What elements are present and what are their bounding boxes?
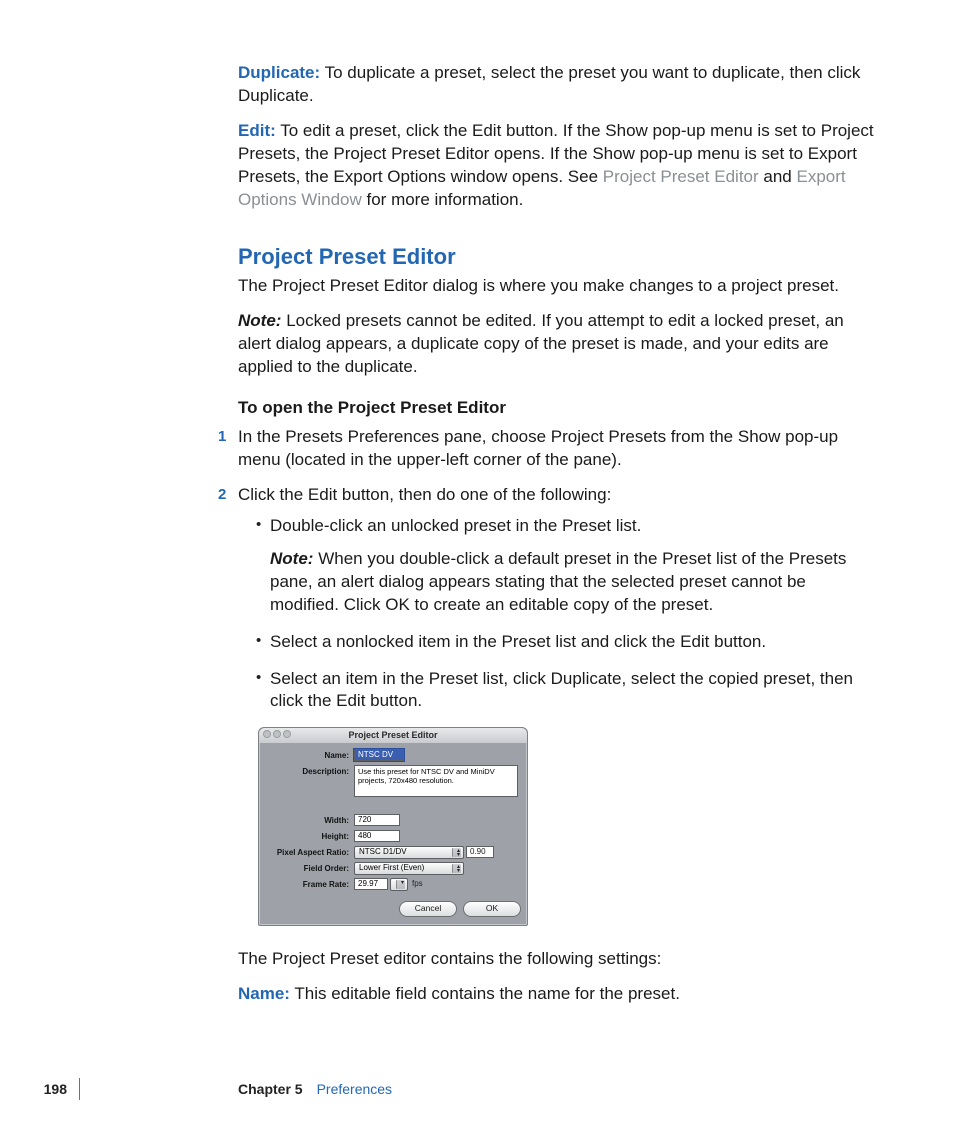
par-select-value: NTSC D1/DV — [359, 847, 407, 858]
bullet-2-text: Select a nonlocked item in the Preset li… — [270, 632, 766, 651]
dialog-screenshot: Project Preset Editor Name: NTSC DV Desc… — [258, 727, 874, 925]
step-2-text: Click the Edit button, then do one of th… — [238, 485, 611, 504]
duplicate-text: To duplicate a preset, select the preset… — [238, 63, 860, 105]
note-1-label: Note: — [238, 311, 281, 330]
par-value-field[interactable]: 0.90 — [466, 846, 494, 858]
bullet-3: Select an item in the Preset list, click… — [256, 668, 874, 714]
chevron-up-down-icon: ▴▾ — [457, 849, 460, 857]
width-field[interactable]: 720 — [354, 814, 400, 826]
height-field[interactable]: 480 — [354, 830, 400, 842]
bullet-1-note-label: Note: — [270, 549, 313, 568]
and-word: and — [759, 167, 797, 186]
note-1-text: Locked presets cannot be edited. If you … — [238, 311, 844, 376]
subhead-open-editor: To open the Project Preset Editor — [238, 397, 874, 420]
duplicate-paragraph: Duplicate: To duplicate a preset, select… — [238, 62, 874, 108]
document-page: Duplicate: To duplicate a preset, select… — [0, 0, 954, 1145]
chevron-up-down-icon: ▴▾ — [457, 865, 460, 873]
field-order-label: Field Order: — [265, 862, 354, 875]
field-order-value: Lower First (Even) — [359, 863, 424, 874]
bullet-2: Select a nonlocked item in the Preset li… — [256, 631, 874, 654]
window-controls — [263, 730, 291, 738]
cancel-button[interactable]: Cancel — [399, 901, 457, 917]
width-label: Width: — [265, 814, 354, 827]
bullet-1-note-text: When you double-click a default preset i… — [270, 549, 846, 614]
footer-divider — [79, 1078, 80, 1100]
edit-text-2: for more information. — [362, 190, 524, 209]
name-label: Name: — [265, 749, 354, 762]
name-setting-paragraph: Name: This editable field contains the n… — [238, 983, 874, 1006]
name-setting-text: This editable field contains the name fo… — [294, 984, 680, 1003]
description-field[interactable]: Use this preset for NTSC DV and MiniDV p… — [354, 765, 518, 797]
bullet-1: Double-click an unlocked preset in the P… — [256, 515, 874, 617]
link-project-preset-editor[interactable]: Project Preset Editor — [603, 167, 759, 186]
chapter-title: Preferences — [317, 1080, 392, 1099]
bullet-1-note: Note: When you double-click a default pr… — [270, 548, 874, 617]
step-2: Click the Edit button, then do one of th… — [238, 484, 874, 714]
page-number: 198 — [0, 1080, 79, 1099]
duplicate-label: Duplicate: — [238, 63, 320, 82]
steps-list: In the Presets Preferences pane, choose … — [238, 426, 874, 713]
chapter-label: Chapter 5 — [238, 1080, 303, 1099]
dialog-body: Name: NTSC DV Description: Use this pres… — [259, 743, 527, 924]
section-intro: The Project Preset Editor dialog is wher… — [238, 275, 874, 298]
step-1-text: In the Presets Preferences pane, choose … — [238, 427, 838, 469]
after-dialog-text: The Project Preset editor contains the f… — [238, 948, 874, 971]
minimize-icon[interactable] — [273, 730, 281, 738]
height-label: Height: — [265, 830, 354, 843]
field-order-select[interactable]: Lower First (Even) ▴▾ — [354, 862, 464, 875]
step-2-bullets: Double-click an unlocked preset in the P… — [256, 515, 874, 714]
par-select[interactable]: NTSC D1/DV ▴▾ — [354, 846, 464, 859]
description-label: Description: — [265, 765, 354, 778]
edit-paragraph: Edit: To edit a preset, click the Edit b… — [238, 120, 874, 212]
edit-label: Edit: — [238, 121, 276, 140]
dialog-titlebar: Project Preset Editor — [259, 728, 527, 743]
zoom-icon[interactable] — [283, 730, 291, 738]
par-label: Pixel Aspect Ratio: — [265, 846, 354, 859]
name-field[interactable]: NTSC DV — [354, 749, 404, 761]
ok-button[interactable]: OK — [463, 901, 521, 917]
bullet-1-text: Double-click an unlocked preset in the P… — [270, 516, 641, 535]
project-preset-editor-dialog: Project Preset Editor Name: NTSC DV Desc… — [258, 727, 528, 925]
fps-unit: fps — [412, 879, 423, 890]
dialog-title: Project Preset Editor — [348, 730, 437, 740]
note-1: Note: Locked presets cannot be edited. I… — [238, 310, 874, 379]
chevron-down-icon: ▾ — [401, 881, 404, 885]
frame-rate-field[interactable]: 29.97 — [354, 878, 388, 890]
bullet-3-text: Select an item in the Preset list, click… — [270, 669, 853, 711]
name-setting-label: Name: — [238, 984, 290, 1003]
section-heading: Project Preset Editor — [238, 242, 874, 272]
page-footer: 198 Chapter 5 Preferences — [0, 1078, 954, 1100]
frame-rate-stepper[interactable]: ▾ — [390, 878, 408, 891]
close-icon[interactable] — [263, 730, 271, 738]
step-1: In the Presets Preferences pane, choose … — [238, 426, 874, 472]
frame-rate-label: Frame Rate: — [265, 878, 354, 891]
